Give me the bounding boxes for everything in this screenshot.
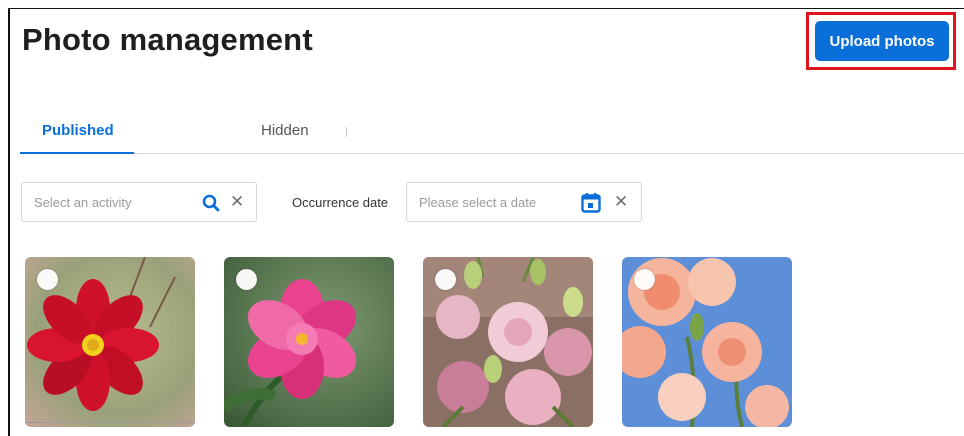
page-title: Photo management bbox=[22, 22, 313, 57]
photo-card[interactable] bbox=[25, 257, 195, 427]
calendar-icon[interactable] bbox=[581, 192, 601, 213]
photo-select-checkbox[interactable] bbox=[37, 269, 58, 290]
tab-bar: Published Hidden bbox=[20, 118, 964, 154]
occurrence-date-label: Occurrence date bbox=[292, 195, 389, 210]
occurrence-date-picker[interactable]: Please select a date ✕ bbox=[406, 182, 642, 222]
window-top-edge bbox=[8, 8, 964, 9]
photo-select-checkbox[interactable] bbox=[435, 269, 456, 290]
photo-select-checkbox[interactable] bbox=[236, 269, 257, 290]
upload-photos-button[interactable]: Upload photos bbox=[815, 21, 949, 61]
photo-border bbox=[25, 422, 195, 423]
tab-published[interactable]: Published bbox=[42, 122, 114, 139]
activity-select[interactable]: Select an activity ✕ bbox=[21, 182, 257, 222]
tab-hidden[interactable]: Hidden bbox=[261, 122, 309, 139]
active-tab-indicator bbox=[20, 152, 134, 154]
search-icon[interactable] bbox=[202, 194, 220, 212]
photo-card[interactable] bbox=[423, 257, 593, 427]
photo-select-checkbox[interactable] bbox=[634, 269, 655, 290]
tab-divider bbox=[346, 127, 347, 137]
date-picker-placeholder: Please select a date bbox=[419, 195, 537, 210]
photo-card[interactable] bbox=[622, 257, 792, 427]
activity-select-placeholder: Select an activity bbox=[34, 195, 132, 210]
clear-date-icon[interactable]: ✕ bbox=[614, 192, 628, 212]
window-left-edge bbox=[8, 8, 10, 436]
clear-activity-icon[interactable]: ✕ bbox=[230, 192, 244, 212]
photo-card[interactable] bbox=[224, 257, 394, 427]
